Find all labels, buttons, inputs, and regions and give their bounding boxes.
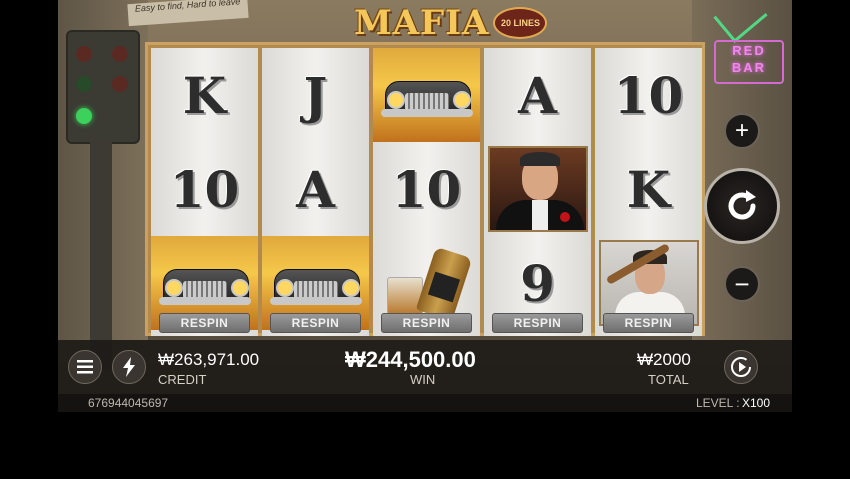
whiskey-bottle-icon [381, 243, 473, 323]
symbol-card: A [262, 142, 369, 236]
win-value: ₩244,500.00 [345, 347, 476, 372]
reel-4: A 9 RESPIN [484, 48, 591, 336]
lightning-icon [123, 357, 135, 377]
reel-5: 10 K RESPIN [595, 48, 702, 336]
game-title: MAFIA [354, 3, 490, 43]
symbol-card: 10 [373, 142, 480, 236]
symbol-card: K [595, 142, 702, 236]
menu-button[interactable] [68, 350, 102, 384]
car-icon [380, 71, 473, 119]
game-title-logo: MAFIA 20 LINES [354, 3, 548, 43]
symbol-card: K [151, 48, 258, 142]
symbol-glyph: A [296, 159, 335, 219]
credit-label: CREDIT [158, 372, 207, 387]
respin-button[interactable]: RESPIN [270, 313, 361, 333]
car-icon [158, 259, 251, 307]
hamburger-icon [77, 360, 93, 374]
respin-button[interactable]: RESPIN [492, 313, 583, 333]
traffic-light-decoration [66, 30, 140, 370]
symbol-godfather [484, 142, 591, 236]
spin-button[interactable] [704, 168, 780, 244]
godfather-portrait-icon [487, 146, 588, 232]
red-bar-neon-sign: RED BAR [714, 40, 784, 84]
symbol-glyph: J [303, 65, 328, 125]
symbol-glyph: 9 [520, 253, 555, 313]
symbol-card: 10 [595, 48, 702, 142]
total-bet-label: TOTAL [648, 372, 689, 387]
symbol-glyph: 10 [391, 159, 462, 219]
round-id: 676944045697 [88, 396, 169, 410]
level-value: X100 [742, 396, 771, 410]
symbol-glyph: 10 [613, 65, 684, 125]
total-bet-value: ₩2000 [637, 350, 691, 369]
game-stage: Easy to find, Hard to leave RED BAR MAFI… [58, 0, 792, 412]
bottom-info-bar: ₩263,971.00 CREDIT ₩244,500.00 WIN ₩2000… [58, 340, 792, 394]
autoplay-button[interactable] [724, 350, 758, 384]
bet-plus-button[interactable]: + [724, 113, 760, 149]
reel-2: J A RESPIN [262, 48, 369, 336]
symbol-car [373, 48, 480, 142]
reel-1: K 10 RESPIN [151, 48, 258, 336]
footer-strip: 676944045697 LEVEL : X100 [58, 394, 792, 412]
symbol-card: A [484, 48, 591, 142]
credit-value: ₩263,971.00 [158, 350, 260, 369]
symbol-card: J [262, 48, 369, 142]
play-circle-icon [731, 357, 751, 377]
refresh-icon [728, 190, 756, 220]
symbol-glyph: K [182, 65, 227, 125]
car-icon [269, 259, 362, 307]
reel-3: 10 RESPIN [373, 48, 480, 336]
minus-icon: − [734, 269, 750, 299]
turbo-button[interactable] [112, 350, 146, 384]
respin-button[interactable]: RESPIN [603, 313, 694, 333]
symbol-glyph: A [518, 65, 557, 125]
plus-icon: + [734, 117, 749, 144]
background-sign: Easy to find, Hard to leave [127, 0, 249, 27]
symbol-glyph: K [626, 159, 671, 219]
win-label: WIN [410, 372, 436, 387]
level-label: LEVEL : [696, 396, 740, 410]
symbol-glyph: 10 [169, 159, 240, 219]
lines-badge: 20 LINES [493, 7, 548, 39]
respin-button[interactable]: RESPIN [381, 313, 472, 333]
reels-frame: K 10 RESPIN J A RESPIN 10 RESPIN A 9 RESPIN 10 K RESP… [145, 42, 705, 336]
respin-button[interactable]: RESPIN [159, 313, 250, 333]
bet-minus-button[interactable]: − [724, 266, 760, 302]
symbol-card: 10 [151, 142, 258, 236]
